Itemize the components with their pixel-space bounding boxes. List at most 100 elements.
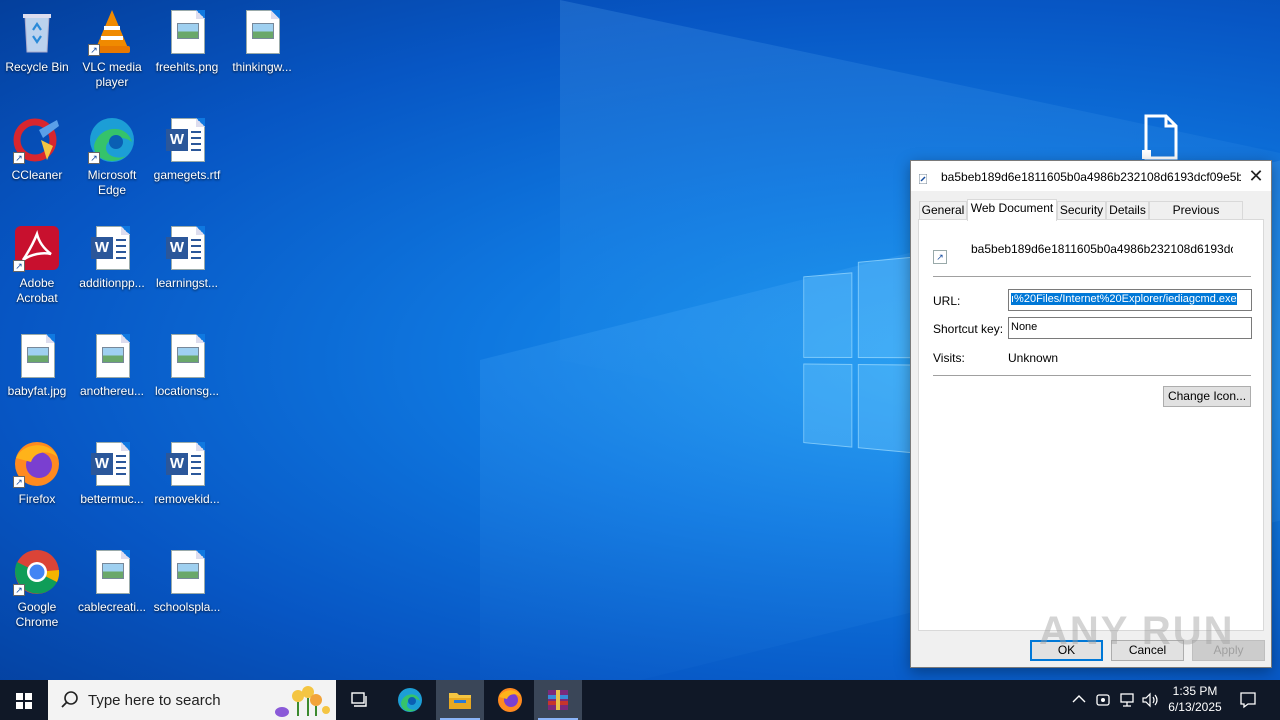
image-file-icon xyxy=(163,8,211,56)
windows-logo-icon xyxy=(16,693,32,709)
desktop-icon[interactable]: Wgamegets.rtf xyxy=(150,116,224,183)
word-document-icon: W xyxy=(163,224,211,272)
tab-details[interactable]: Details xyxy=(1106,201,1149,220)
firefox-taskbar-button[interactable] xyxy=(486,680,534,720)
tab-general[interactable]: General xyxy=(919,201,967,220)
recycle-bin-icon xyxy=(13,8,61,56)
desktop-icon[interactable]: ↗ Firefox xyxy=(0,440,74,507)
desktop-icon-label: gamegets.rtf xyxy=(153,168,221,182)
shortcut-arrow-icon: ↗ xyxy=(13,260,25,272)
desktop-icon-label: removekid... xyxy=(154,492,220,506)
desktop-icon[interactable]: anothereu... xyxy=(75,332,149,399)
winrar-taskbar-button[interactable] xyxy=(534,680,582,720)
url-field[interactable]: ı%20Files/Internet%20Explorer/iediagcmd.… xyxy=(1008,289,1252,311)
desktop-icon-label: freehits.png xyxy=(155,60,219,74)
image-file-icon xyxy=(163,548,211,596)
shortcut-arrow-icon: ↗ xyxy=(13,584,25,596)
system-clock[interactable]: 1:35 PM 6/13/2025 xyxy=(1160,683,1230,715)
acrobat-icon: ↗ xyxy=(13,224,61,272)
desktop-icon[interactable]: locationsg... xyxy=(150,332,224,399)
desktop-icon[interactable]: ↗ Google Chrome xyxy=(0,548,74,630)
cancel-button[interactable]: Cancel xyxy=(1111,640,1184,661)
separator xyxy=(933,375,1251,376)
desktop-icon-label: bettermuc... xyxy=(80,492,144,506)
volume-icon[interactable] xyxy=(1141,680,1159,720)
desktop-icon-label: thinkingw... xyxy=(232,60,292,74)
wallpaper-windows-logo xyxy=(803,256,915,454)
desktop-icon[interactable]: ↗ CCleaner xyxy=(0,116,74,183)
desktop-icon[interactable]: Wremovekid... xyxy=(150,440,224,507)
ok-button[interactable]: OK xyxy=(1030,640,1103,661)
firefox-icon xyxy=(498,688,522,712)
notifications-icon[interactable] xyxy=(1236,680,1260,720)
desktop-icon[interactable]: babyfat.jpg xyxy=(0,332,74,399)
task-view-button[interactable] xyxy=(336,680,384,720)
word-document-icon: W xyxy=(163,116,211,164)
visits-label: Visits: xyxy=(933,351,965,365)
show-hidden-icons-icon[interactable] xyxy=(1070,680,1088,720)
change-icon-button[interactable]: Change Icon... xyxy=(1163,386,1251,407)
edge-taskbar-button[interactable] xyxy=(386,680,434,720)
task-view-icon xyxy=(351,692,367,707)
file-explorer-taskbar-button[interactable] xyxy=(436,680,484,720)
vlc-icon: ↗ xyxy=(88,8,136,56)
desktop-icon-label: Microsoft Edge xyxy=(87,168,137,197)
meet-now-icon[interactable] xyxy=(1094,680,1112,720)
desktop-icon[interactable]: Wadditionpp... xyxy=(75,224,149,291)
desktop-icon[interactable]: ↗ Microsoft Edge xyxy=(75,116,149,198)
word-document-icon: W xyxy=(88,224,136,272)
file-icon[interactable] xyxy=(1142,114,1180,160)
file-name: ba5beb189d6e1811605b0a4986b232108d6193dc… xyxy=(971,242,1233,256)
start-button[interactable] xyxy=(0,680,48,720)
desktop-icon[interactable]: cablecreati... xyxy=(75,548,149,615)
desktop-icon[interactable]: thinkingw... xyxy=(225,8,299,75)
chrome-icon: ↗ xyxy=(13,548,61,596)
image-file-icon xyxy=(163,332,211,380)
desktop-icon[interactable]: Recycle Bin xyxy=(0,8,74,75)
url-label: URL: xyxy=(933,294,961,308)
edge-icon xyxy=(398,688,422,712)
file-explorer-icon xyxy=(449,693,471,709)
image-file-icon xyxy=(238,8,286,56)
separator xyxy=(933,276,1251,277)
edge-icon: ↗ xyxy=(88,116,136,164)
apply-button[interactable]: Apply xyxy=(1192,640,1265,661)
desktop-icon[interactable]: freehits.png xyxy=(150,8,224,75)
desktop-icon-label: CCleaner xyxy=(11,168,63,182)
image-file-icon xyxy=(13,332,61,380)
desktop-icon-label: anothereu... xyxy=(79,384,145,398)
shortcut-arrow-icon: ↗ xyxy=(13,152,25,164)
desktop-icon[interactable]: ↗ Adobe Acrobat xyxy=(0,224,74,306)
desktop-icon-label: locationsg... xyxy=(154,384,220,398)
tab-previous-versions[interactable]: Previous Versions xyxy=(1149,201,1243,234)
tab-web-document[interactable]: Web Document xyxy=(967,199,1057,221)
shortcut-arrow-icon: ↗ xyxy=(13,476,25,488)
desktop-icon[interactable]: ↗ VLC media player xyxy=(75,8,149,90)
word-document-icon: W xyxy=(163,440,211,488)
desktop-icon-label: schoolspla... xyxy=(153,600,221,614)
firefox-icon: ↗ xyxy=(13,440,61,488)
shortcut-arrow-icon: ↗ xyxy=(88,44,100,56)
desktop-icon[interactable]: schoolspla... xyxy=(150,548,224,615)
desktop-icon-label: learningst... xyxy=(155,276,219,290)
dialog-title: ba5beb189d6e1811605b0a4986b232108d6193dc… xyxy=(941,170,1241,184)
desktop-icon-label: cablecreati... xyxy=(77,600,147,614)
close-icon[interactable]: ✕ xyxy=(1241,161,1271,191)
desktop-icon-label: Adobe Acrobat xyxy=(16,276,58,305)
dialog-titlebar[interactable]: ba5beb189d6e1811605b0a4986b232108d6193dc… xyxy=(911,161,1271,191)
desktop-icon[interactable]: Wlearningst... xyxy=(150,224,224,291)
desktop-icon-label: babyfat.jpg xyxy=(7,384,67,398)
web-document-panel: ↗ ba5beb189d6e1811605b0a4986b232108d6193… xyxy=(918,219,1264,631)
shortcut-key-field[interactable]: None xyxy=(1008,317,1252,339)
tab-security[interactable]: Security xyxy=(1057,201,1106,220)
network-icon[interactable] xyxy=(1118,680,1136,720)
shortcut-file-icon xyxy=(918,173,928,185)
flowers-icon xyxy=(260,682,334,718)
shortcut-arrow-icon: ↗ xyxy=(88,152,100,164)
properties-dialog: ba5beb189d6e1811605b0a4986b232108d6193dc… xyxy=(910,160,1272,668)
desktop-icon[interactable]: Wbettermuc... xyxy=(75,440,149,507)
ccleaner-icon: ↗ xyxy=(13,116,61,164)
desktop-icon-label: Firefox xyxy=(18,492,56,506)
search-box[interactable]: Type here to search xyxy=(48,680,336,720)
desktop-icon-label: Recycle Bin xyxy=(5,60,69,74)
